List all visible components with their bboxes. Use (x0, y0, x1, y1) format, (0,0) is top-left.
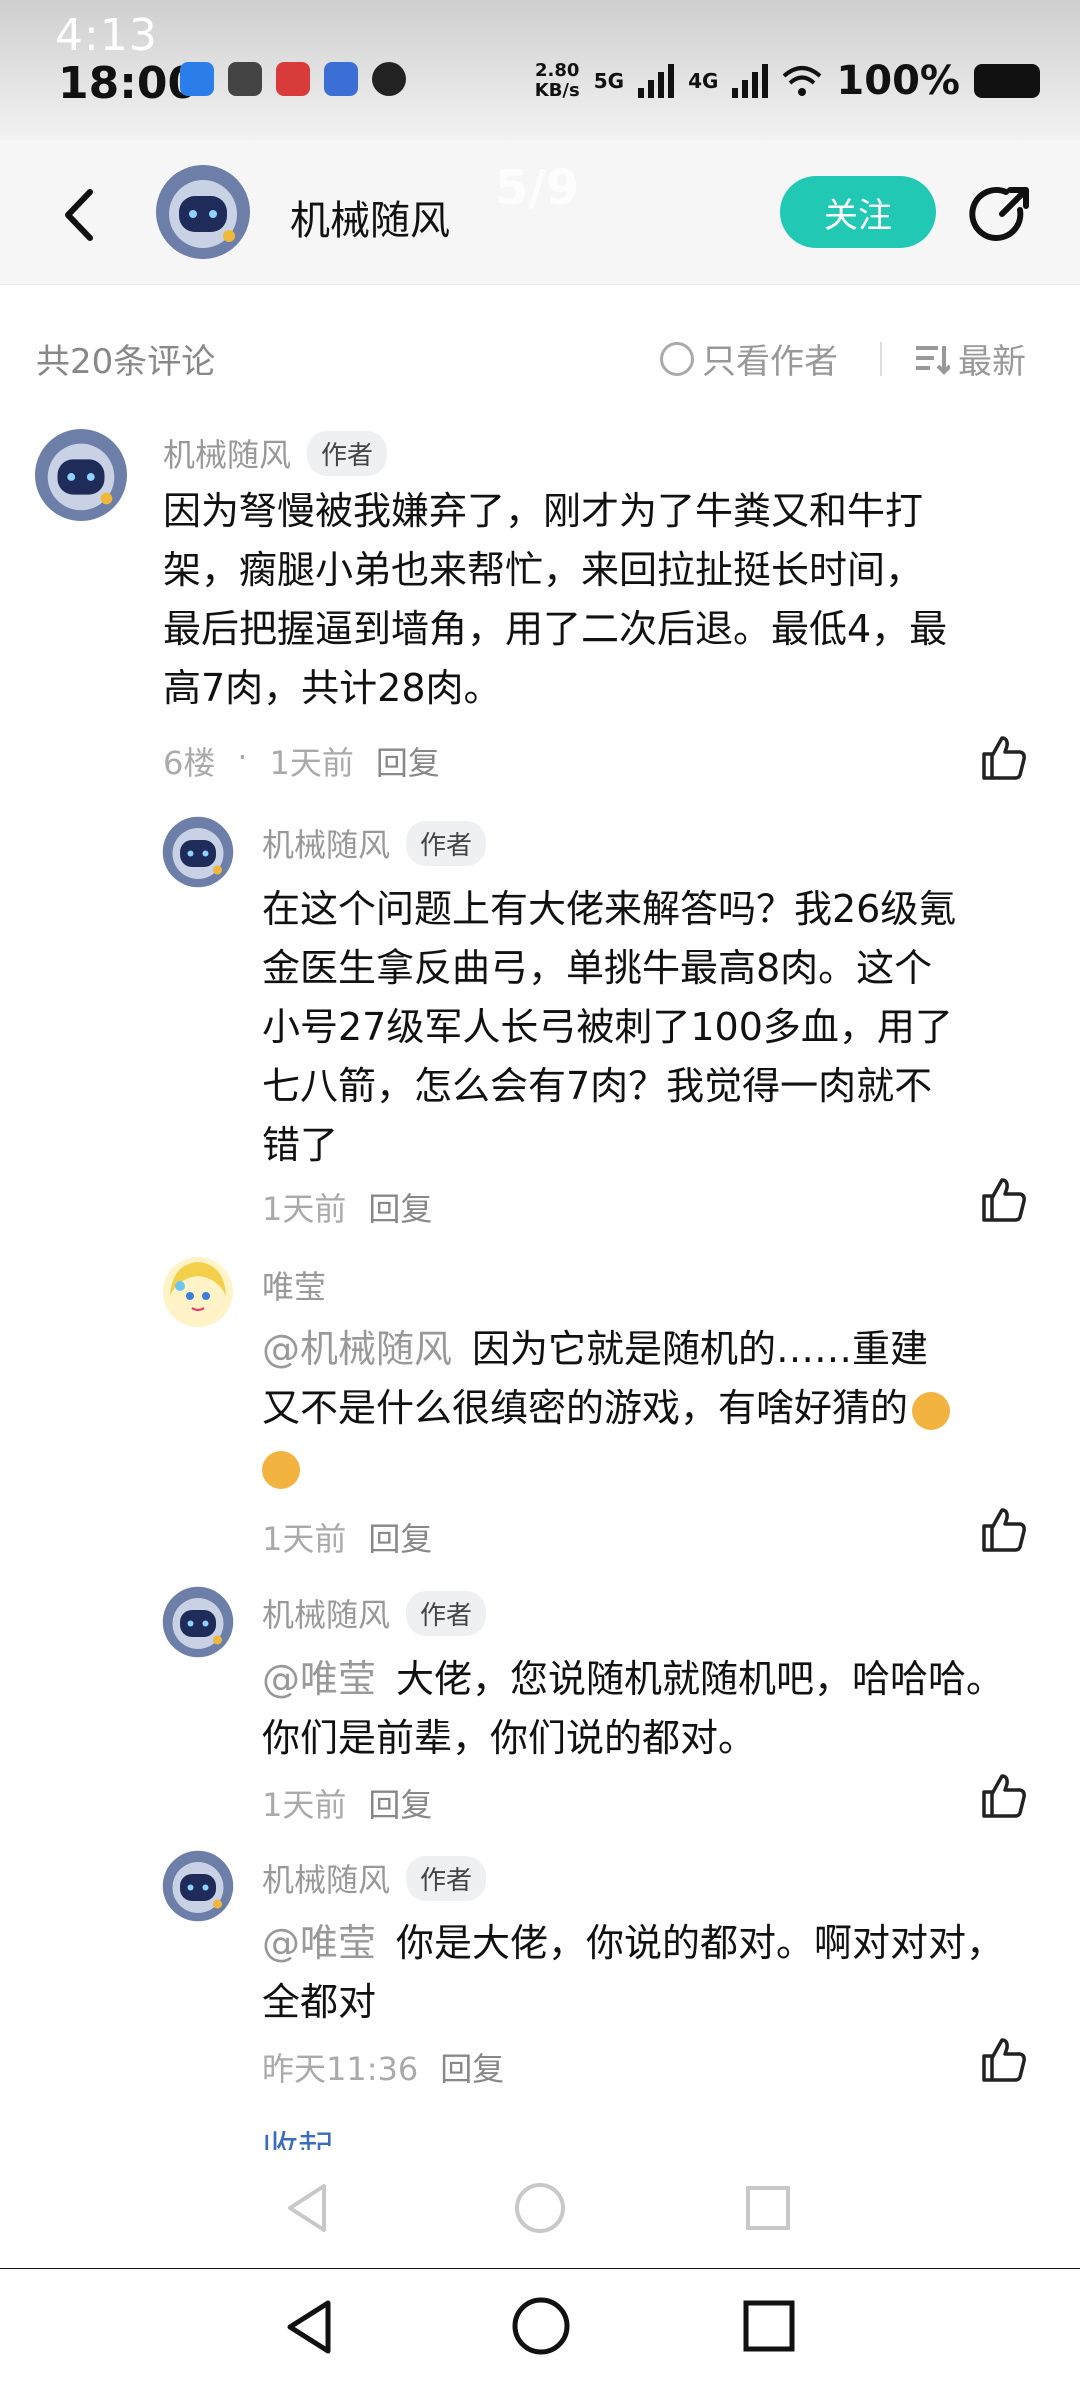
mention-link[interactable]: @唯莹 (262, 1657, 376, 1701)
status-right: 2.80 KB/s 5G 4G 100% (535, 58, 1040, 104)
network-5g-label: 5G (593, 69, 625, 93)
reply-button[interactable]: 回复 (368, 1780, 432, 1826)
app-notification-icon (324, 62, 358, 96)
avatar[interactable] (162, 1586, 234, 1658)
author-badge: 作者 (406, 820, 487, 866)
net-speed: 2.80 KB/s (534, 60, 580, 101)
emoji-icon (912, 1391, 951, 1430)
back-nav-icon[interactable] (282, 2297, 338, 2357)
avatar[interactable] (162, 1850, 234, 1922)
only-author-toggle[interactable]: 只看作者 (660, 334, 838, 383)
app-nav-bar (0, 2160, 1080, 2260)
author-badge: 作者 (406, 1590, 487, 1636)
battery-icon (974, 64, 1040, 98)
only-author-label: 只看作者 (702, 342, 838, 382)
comment-text: @机械随风 因为它就是随机的……重建 又不是什么很缜密的游戏，有啥好猜的 (262, 1320, 951, 1497)
comment-time: 昨天11:36 (262, 2050, 419, 2088)
battery-percent: 100% (836, 58, 960, 104)
comment-meta: 1天前 回复 (262, 1780, 432, 1826)
comment-username[interactable]: 机械随风 作者 (262, 1855, 487, 1901)
sort-label: 最新 (958, 342, 1026, 382)
floor-number: 6楼 (163, 744, 216, 782)
collapse-replies-button[interactable]: 收起 (262, 2120, 334, 2150)
network-4g-label: 4G (688, 69, 719, 93)
home-nav-icon[interactable] (512, 2180, 568, 2236)
author-badge: 作者 (307, 430, 388, 476)
recents-nav-icon[interactable] (744, 2184, 792, 2232)
comment-time: 1天前 (262, 1786, 347, 1824)
status-time: 18:00 (58, 58, 199, 109)
app-notification-icon (180, 62, 214, 96)
like-icon[interactable] (980, 1772, 1028, 1820)
comment-count: 共20条评论 (36, 342, 216, 382)
avatar[interactable] (34, 428, 128, 522)
status-bar: 4:13 18:00 2.80 KB/s 5G 4G 100% (0, 0, 1080, 140)
share-icon[interactable] (968, 182, 1034, 248)
avatar[interactable] (162, 816, 234, 888)
comment-meta: 1天前 回复 (262, 1184, 432, 1230)
comment-text: @唯莹 大佬，您说随机就随机吧，哈哈哈。 你们是前辈，你们说的都对。 (262, 1657, 1005, 1760)
emoji-icon (262, 1450, 300, 1489)
author-badge: 作者 (406, 1855, 487, 1901)
comment-meta: 昨天11:36 回复 (262, 2044, 504, 2090)
app-notification-icon (372, 62, 406, 96)
sort-button[interactable]: 最新 (914, 334, 1026, 383)
like-icon[interactable] (980, 1176, 1028, 1224)
back-icon[interactable] (50, 180, 110, 250)
comment-meta: 6楼 · 1天前 回复 (163, 738, 440, 784)
recents-nav-icon[interactable] (742, 2299, 796, 2353)
comment-text: @唯莹 你是大佬，你说的都对。啊对对对， 全都对 (262, 1921, 1005, 2024)
comment-username[interactable]: 唯莹 (262, 1262, 326, 1308)
home-nav-icon[interactable] (510, 2295, 572, 2357)
app-notification-icon (228, 62, 262, 96)
like-icon[interactable] (980, 734, 1028, 782)
comment-toolbar: 共20条评论 只看作者 最新 (0, 320, 1080, 400)
post-header: 机械随风 5/9 关注 (0, 140, 1080, 285)
like-icon[interactable] (980, 1506, 1028, 1554)
system-nav-bar (0, 2268, 1080, 2388)
comment-text: 在这个问题上有大佬来解答吗？我26级氪 金医生拿反曲弓，单挑牛最高8肉。这个 小号… (262, 887, 957, 1167)
radio-icon (660, 341, 694, 376)
comment-meta: 1天前 回复 (262, 1514, 432, 1560)
avatar[interactable] (162, 1256, 234, 1328)
comment-time: 1天前 (269, 744, 354, 782)
notification-icons (180, 62, 406, 96)
page-indicator: 5/9 (495, 160, 580, 216)
like-icon[interactable] (980, 2036, 1028, 2084)
back-nav-icon[interactable] (284, 2182, 334, 2234)
comment-username[interactable]: 机械随风 作者 (262, 1590, 487, 1636)
wifi-icon (783, 66, 822, 96)
divider (880, 342, 882, 376)
comment-username[interactable]: 机械随风 作者 (262, 820, 487, 866)
reply-button[interactable]: 回复 (440, 2044, 504, 2090)
mention-link[interactable]: @机械随风 (262, 1327, 452, 1371)
comment-username[interactable]: 机械随风 作者 (163, 430, 388, 476)
comment-text: 因为弩慢被我嫌弃了，刚才为了牛粪又和牛打 架，瘸腿小弟也来帮忙，来回拉扯挺长时间，… (163, 489, 948, 710)
comment-time: 1天前 (262, 1520, 347, 1558)
follow-button[interactable]: 关注 (780, 176, 936, 248)
signal-icon (638, 64, 675, 98)
comment-time: 1天前 (262, 1190, 347, 1228)
mention-link[interactable]: @唯莹 (262, 1921, 376, 1965)
reply-button[interactable]: 回复 (368, 1514, 432, 1560)
weibo-icon (276, 62, 310, 96)
reply-button[interactable]: 回复 (368, 1184, 432, 1230)
signal-icon (732, 64, 769, 98)
ghost-time: 4:13 (55, 10, 158, 61)
reply-button[interactable]: 回复 (376, 738, 440, 784)
author-avatar[interactable] (155, 164, 251, 260)
author-name[interactable]: 机械随风 (290, 188, 450, 246)
sort-icon (916, 345, 950, 375)
